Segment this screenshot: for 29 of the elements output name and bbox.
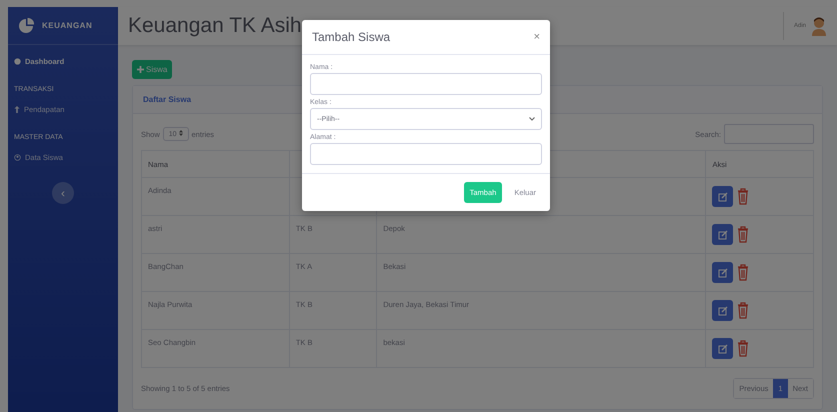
edit-button[interactable]	[712, 338, 734, 359]
edit-button[interactable]	[712, 262, 734, 283]
users-icon	[14, 154, 21, 161]
edit-icon	[718, 230, 728, 240]
avatar-icon[interactable]	[811, 16, 827, 36]
arrow-up-icon	[14, 106, 20, 113]
edit-button[interactable]	[712, 224, 734, 245]
page-title: Keuangan TK Asih	[128, 14, 302, 38]
add-student-button[interactable]: Siswa	[132, 60, 172, 79]
trash-icon[interactable]	[737, 302, 750, 319]
sort-arrows-icon	[178, 130, 183, 136]
input-field[interactable]	[310, 73, 542, 95]
edit-icon	[718, 268, 728, 278]
plus-icon	[137, 66, 144, 73]
chevron-icon	[529, 117, 535, 121]
edit-button[interactable]	[712, 186, 734, 207]
edit-icon	[718, 306, 728, 316]
edit-icon	[718, 192, 728, 202]
trash-icon[interactable]	[737, 264, 750, 281]
input-field[interactable]	[310, 143, 542, 165]
trash-icon[interactable]	[737, 188, 750, 205]
logo-icon	[18, 18, 34, 34]
dialog-title: Tambah Siswa	[312, 30, 390, 44]
brand-name: KEUANGAN	[42, 21, 92, 30]
close-button[interactable]: ×	[532, 31, 542, 43]
trash-icon[interactable]	[737, 226, 750, 243]
edit-icon	[718, 344, 728, 354]
edit-button[interactable]	[712, 300, 734, 321]
trash-icon[interactable]	[737, 340, 750, 357]
